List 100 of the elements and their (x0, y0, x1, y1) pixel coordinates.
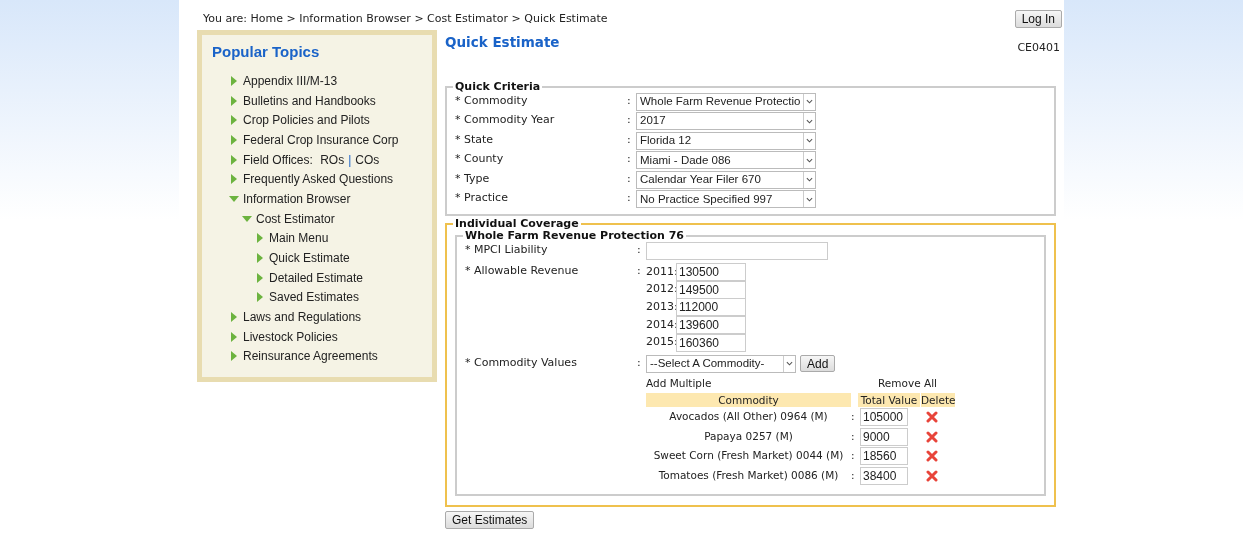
sidebar-link[interactable]: Cost Estimator (256, 209, 335, 228)
delete-icon[interactable] (926, 411, 938, 424)
triangle-right-icon[interactable] (229, 75, 239, 86)
colon-text: : (851, 467, 856, 483)
year-label: 2014: (646, 316, 676, 333)
sidebar-link[interactable]: Frequently Asked Questions (243, 170, 394, 189)
caret-icon[interactable] (806, 138, 813, 144)
sidebar-link[interactable]: Crop Policies and Pilots (243, 111, 370, 130)
add-button[interactable]: Add (800, 355, 836, 372)
total-value-input[interactable]: 18560 (860, 447, 908, 466)
colon-text: : (627, 170, 632, 187)
field-label: * Practice (455, 190, 509, 207)
caret-icon[interactable] (786, 361, 793, 366)
caret-icon[interactable] (806, 118, 813, 124)
sidebar-link[interactable]: Detailed Estimate (269, 268, 364, 287)
add-multiple-link[interactable]: Add Multiple (646, 375, 712, 392)
year-label: 2013: (646, 299, 676, 316)
dropdown-field[interactable]: No Practice Specified 997 (636, 190, 816, 209)
triangle-right-icon[interactable] (229, 95, 239, 106)
colon-text: : (851, 448, 856, 464)
triangle-right-icon[interactable] (229, 154, 239, 165)
field-label: * Commodity Year (455, 112, 556, 129)
dropdown-field[interactable]: Whole Farm Revenue Protectio (636, 92, 816, 111)
dropdown-field[interactable]: 2017 (636, 112, 816, 131)
caret-icon[interactable] (806, 157, 813, 163)
commodity-name: Sweet Corn (Fresh Market) 0044 (M) (652, 448, 845, 464)
triangle-right-icon[interactable] (229, 312, 239, 323)
delete-icon[interactable] (926, 430, 938, 443)
triangle-down-icon[interactable] (242, 213, 252, 224)
caret-icon[interactable] (806, 177, 813, 183)
total-value-input[interactable]: 9000 (860, 427, 908, 446)
commodity-name: Papaya 0257 (M) (703, 428, 794, 444)
column-header: Delete (921, 393, 955, 408)
colon-text: : (627, 112, 632, 129)
sidebar-link[interactable]: Appendix III/M-13 (243, 71, 338, 90)
dropdown-field[interactable]: Calendar Year Filer 670 (636, 170, 816, 189)
field-label: * Type (455, 170, 491, 187)
colon-text: : (637, 242, 642, 259)
caret-icon[interactable] (806, 196, 813, 202)
commodity-dropdown[interactable]: --Select A Commodity- (646, 354, 796, 373)
group-title: Whole Farm Revenue Protection 76 (464, 230, 685, 243)
revenue-input[interactable]: 160360 (676, 333, 746, 352)
dropdown-field[interactable]: Miami - Dade 086 (636, 151, 816, 170)
sidebar-link[interactable]: Bulletins and Handbooks (243, 91, 376, 110)
colon-text: : (637, 263, 642, 280)
field-label: * Commodity (455, 92, 529, 109)
sidebar-link[interactable]: Federal Crop Insurance Corp (243, 130, 399, 149)
sidebar-link[interactable]: Reinsurance Agreements (243, 347, 378, 366)
sidebar-title: Popular Topics (212, 43, 321, 61)
sidebar-link[interactable]: COs (355, 150, 380, 169)
triangle-right-icon[interactable] (229, 174, 239, 185)
login-button[interactable]: Log In (1014, 10, 1062, 28)
triangle-right-icon[interactable] (229, 115, 239, 126)
colon-text: : (627, 92, 632, 109)
colon-text: : (851, 409, 856, 425)
total-value-input[interactable]: 105000 (860, 408, 908, 427)
triangle-right-icon[interactable] (229, 134, 239, 145)
revenue-input[interactable]: 130500 (676, 262, 746, 281)
colon-text: : (851, 428, 856, 444)
group-title: Individual Coverage (454, 218, 580, 231)
revenue-input[interactable]: 149500 (676, 280, 746, 299)
delete-icon[interactable] (926, 450, 938, 463)
commodity-name: Avocados (All Other) 0964 (M) (668, 409, 829, 425)
triangle-right-icon[interactable] (229, 351, 239, 362)
dropdown-field[interactable]: Florida 12 (636, 131, 816, 150)
triangle-right-icon[interactable] (255, 272, 265, 283)
page-code: CE0401 (1017, 40, 1060, 56)
colon-text: : (627, 190, 632, 207)
column-header: Total Value (858, 393, 920, 408)
sidebar-link[interactable]: Information Browser (243, 189, 351, 208)
separator-text: | (348, 151, 352, 169)
group-title: Quick Criteria (454, 80, 542, 93)
triangle-right-icon[interactable] (229, 331, 239, 342)
field-label: * MPCI Liability (465, 242, 549, 259)
revenue-input[interactable]: 139600 (676, 315, 746, 334)
colon-text: : (637, 354, 642, 371)
year-label: 2011: (646, 263, 676, 280)
triangle-right-icon[interactable] (255, 233, 265, 244)
triangle-down-icon[interactable] (229, 193, 239, 204)
triangle-right-icon[interactable] (255, 253, 265, 264)
field-label: * State (455, 131, 495, 148)
delete-icon[interactable] (926, 469, 938, 482)
remove-all-link[interactable]: Remove All (878, 375, 937, 392)
triangle-right-icon[interactable] (255, 292, 265, 303)
year-label: 2015: (646, 334, 676, 351)
sidebar-link[interactable]: Laws and Regulations (243, 308, 362, 327)
column-header: Commodity (646, 393, 851, 408)
sidebar-link[interactable]: Main Menu (269, 229, 329, 248)
revenue-input[interactable]: 112000 (676, 298, 746, 317)
mpci-liability-input[interactable] (646, 242, 828, 261)
sidebar-link[interactable]: Saved Estimates (269, 288, 360, 307)
sidebar-link[interactable]: Field Offices: (243, 150, 313, 169)
get-estimates-button[interactable]: Get Estimates (445, 510, 535, 529)
sidebar-link[interactable]: ROs (320, 150, 345, 169)
year-label: 2012: (646, 281, 676, 298)
field-label: * Commodity Values (465, 354, 578, 371)
sidebar-link[interactable]: Quick Estimate (269, 249, 350, 268)
sidebar-link[interactable]: Livestock Policies (243, 327, 338, 346)
total-value-input[interactable]: 38400 (860, 466, 908, 485)
caret-icon[interactable] (806, 99, 813, 104)
